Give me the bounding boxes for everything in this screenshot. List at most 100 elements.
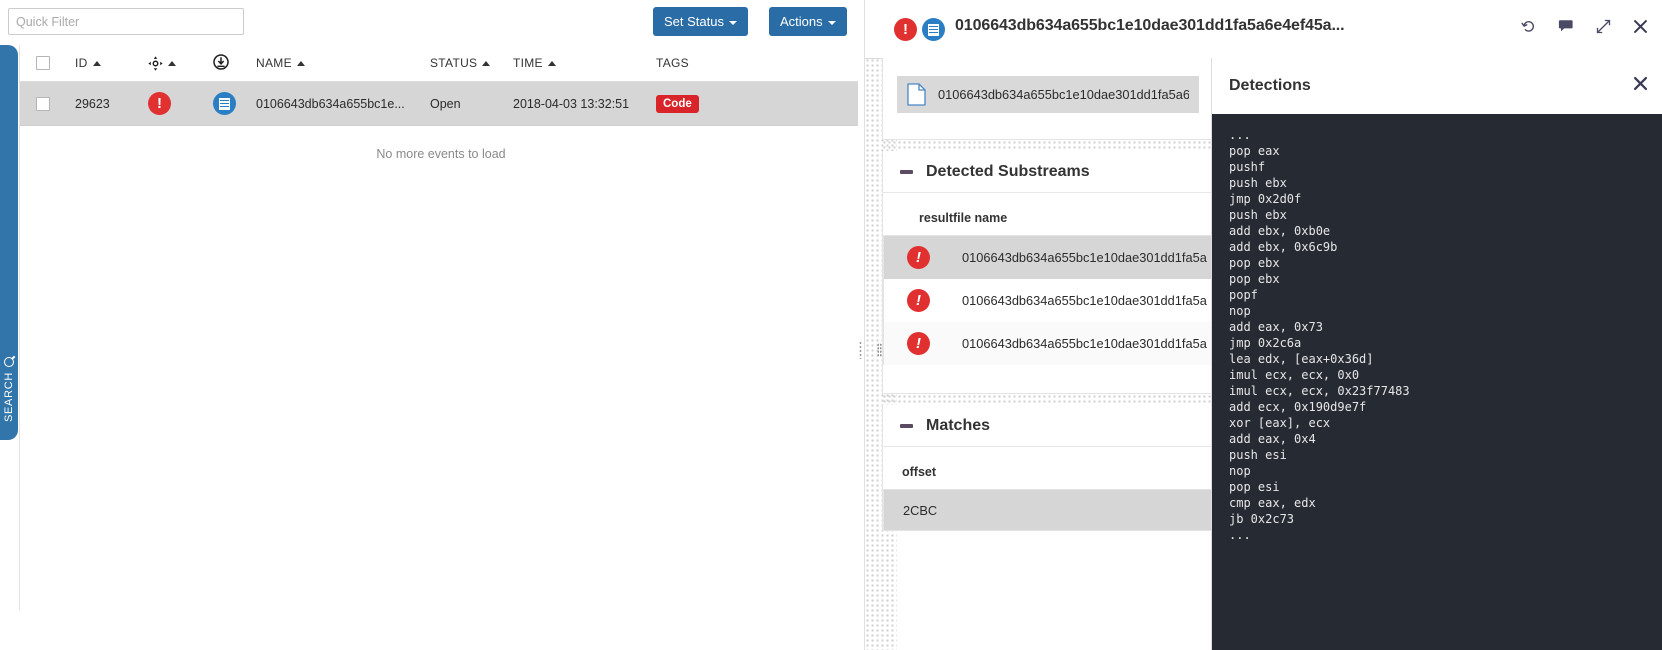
table-row[interactable]: ! 0106643db634a655bc1e10dae301dd1fa5a	[884, 322, 1212, 365]
document-lines-icon	[922, 18, 945, 41]
application-root: Set Status Actions SEARCH ID	[0, 0, 1662, 650]
alert-exclamation-icon: !	[907, 246, 962, 269]
table-row[interactable]: ! 0106643db634a655bc1e10dae301dd1fa5a	[884, 236, 1212, 279]
detail-body: 0106643db634a655bc1e10dae301dd1fa5a6e4ef…	[865, 58, 1662, 650]
alert-exclamation-icon: !	[907, 332, 962, 355]
actions-button[interactable]: Actions	[769, 7, 847, 36]
column-header-severity[interactable]	[148, 45, 176, 81]
document-lines-icon	[213, 92, 236, 115]
column-header-time[interactable]: TIME	[513, 45, 556, 81]
row-tags: Code	[656, 82, 699, 125]
column-header-file-name: file name	[953, 211, 1008, 225]
detail-cards: 0106643db634a655bc1e10dae301dd1fa5a6e4ef…	[882, 58, 1214, 650]
row-type	[213, 82, 236, 125]
close-icon[interactable]	[1633, 76, 1648, 96]
alert-exclamation-icon: !	[148, 92, 171, 115]
row-time: 2018-04-03 13:32:51	[513, 96, 630, 111]
download-circle-icon	[213, 53, 229, 73]
events-table-header: ID NAME STATUS TIME TAGS	[20, 45, 862, 82]
checkbox-icon	[36, 56, 50, 70]
column-header-id-label: ID	[75, 56, 88, 70]
detections-header: Detections	[1212, 58, 1662, 114]
table-row[interactable]: ! 0106643db634a655bc1e10dae301dd1fa5a	[884, 279, 1212, 322]
column-header-status[interactable]: STATUS	[430, 45, 491, 81]
status-badge: Code	[656, 94, 699, 113]
sort-ascending-icon	[168, 60, 176, 66]
detected-substreams-title: Detected Substreams	[926, 163, 1090, 180]
detected-substreams-table-header: result file name	[883, 211, 1213, 235]
chevron-down-icon	[827, 20, 836, 25]
row-severity: !	[148, 82, 171, 125]
table-row[interactable]: 29623 ! 0106643db634a655bc1e... Open 201…	[20, 82, 862, 126]
column-header-name-label: NAME	[256, 56, 292, 70]
quick-filter-input[interactable]	[8, 8, 244, 35]
close-icon[interactable]	[1633, 19, 1648, 34]
alert-exclamation-icon: !	[907, 289, 962, 312]
select-all-checkbox[interactable]	[28, 45, 58, 81]
sort-ascending-icon	[547, 60, 556, 66]
detail-header: ! 0106643db634a655bc1e10dae301dd1fa5a6e4…	[865, 0, 1662, 59]
match-offset: 2CBC	[903, 502, 938, 518]
sort-ascending-icon	[482, 60, 491, 66]
sort-ascending-icon	[296, 60, 305, 66]
minus-icon[interactable]	[900, 424, 913, 428]
card-separator	[882, 140, 1214, 151]
card-separator	[882, 394, 1214, 405]
table-row[interactable]: 2CBC	[884, 490, 1212, 530]
matches-rows: 2CBC	[883, 489, 1213, 530]
column-header-tags[interactable]: TAGS	[656, 45, 689, 81]
expand-icon[interactable]	[1596, 19, 1611, 34]
detections-title: Detections	[1229, 77, 1311, 94]
sort-ascending-icon	[92, 60, 101, 66]
splitter-grip-icon	[859, 341, 862, 359]
detected-substreams-table: result file name ! 0106643db634a655bc1e1…	[883, 193, 1213, 365]
search-tab-label: SEARCH	[3, 371, 15, 422]
row-name: 0106643db634a655bc1e...	[256, 96, 405, 111]
checkbox-icon	[36, 96, 50, 111]
search-icon	[1, 354, 17, 370]
actions-label: Actions	[780, 14, 823, 29]
matches-table-header: offset	[883, 465, 1213, 489]
events-toolbar: Set Status Actions	[0, 0, 862, 45]
substream-file-name: 0106643db634a655bc1e10dae301dd1fa5a	[962, 293, 1207, 308]
matches-card: Matches offset 2CBC	[882, 405, 1214, 531]
detections-disassembly: ... pop eax pushf push ebx jmp 0x2d0f pu…	[1212, 114, 1662, 650]
detail-header-actions	[1521, 19, 1648, 34]
column-header-type[interactable]	[213, 45, 229, 81]
column-header-offset: offset	[902, 465, 937, 479]
alert-exclamation-icon: !	[894, 18, 917, 41]
file-name: 0106643db634a655bc1e10dae301dd1fa5a6e4ef…	[938, 87, 1189, 102]
detected-substreams-header[interactable]: Detected Substreams	[883, 151, 1213, 193]
events-table: ID NAME STATUS TIME TAGS 29623 ! 0106643…	[19, 45, 862, 610]
set-status-label: Set Status	[664, 14, 724, 29]
file-row[interactable]: 0106643db634a655bc1e10dae301dd1fa5a6e4ef…	[897, 76, 1199, 113]
column-header-result: result	[919, 211, 954, 225]
detected-substreams-card: Detected Substreams result file name ! 0…	[882, 151, 1214, 394]
row-checkbox[interactable]	[28, 82, 58, 125]
crosshair-icon	[148, 55, 163, 71]
minus-icon[interactable]	[900, 170, 913, 174]
comment-icon[interactable]	[1558, 19, 1574, 34]
matches-header[interactable]: Matches	[883, 405, 1213, 447]
row-status: Open	[430, 96, 461, 111]
column-header-id[interactable]: ID	[75, 45, 101, 81]
column-header-status-label: STATUS	[430, 56, 478, 70]
row-id: 29623	[75, 96, 110, 111]
search-tab-content: SEARCH	[1, 354, 17, 422]
detected-substreams-rows: ! 0106643db634a655bc1e10dae301dd1fa5a ! …	[883, 235, 1213, 365]
set-status-button[interactable]: Set Status	[653, 7, 748, 36]
substream-file-name: 0106643db634a655bc1e10dae301dd1fa5a	[962, 250, 1207, 265]
file-page-icon	[907, 83, 926, 106]
file-card: 0106643db634a655bc1e10dae301dd1fa5a6e4ef…	[882, 58, 1214, 140]
search-side-tab[interactable]: SEARCH	[0, 45, 18, 440]
column-header-tags-label: TAGS	[656, 56, 689, 70]
column-header-name[interactable]: NAME	[256, 45, 305, 81]
table-footer-message: No more events to load	[376, 147, 506, 161]
events-pane: Set Status Actions SEARCH ID	[0, 0, 862, 650]
matches-title: Matches	[926, 417, 991, 434]
detail-pane: ! 0106643db634a655bc1e10dae301dd1fa5a6e4…	[864, 0, 1662, 650]
substream-file-name: 0106643db634a655bc1e10dae301dd1fa5a	[962, 336, 1207, 351]
chevron-down-icon	[728, 20, 737, 25]
history-icon[interactable]	[1521, 19, 1536, 34]
column-header-time-label: TIME	[513, 56, 543, 70]
